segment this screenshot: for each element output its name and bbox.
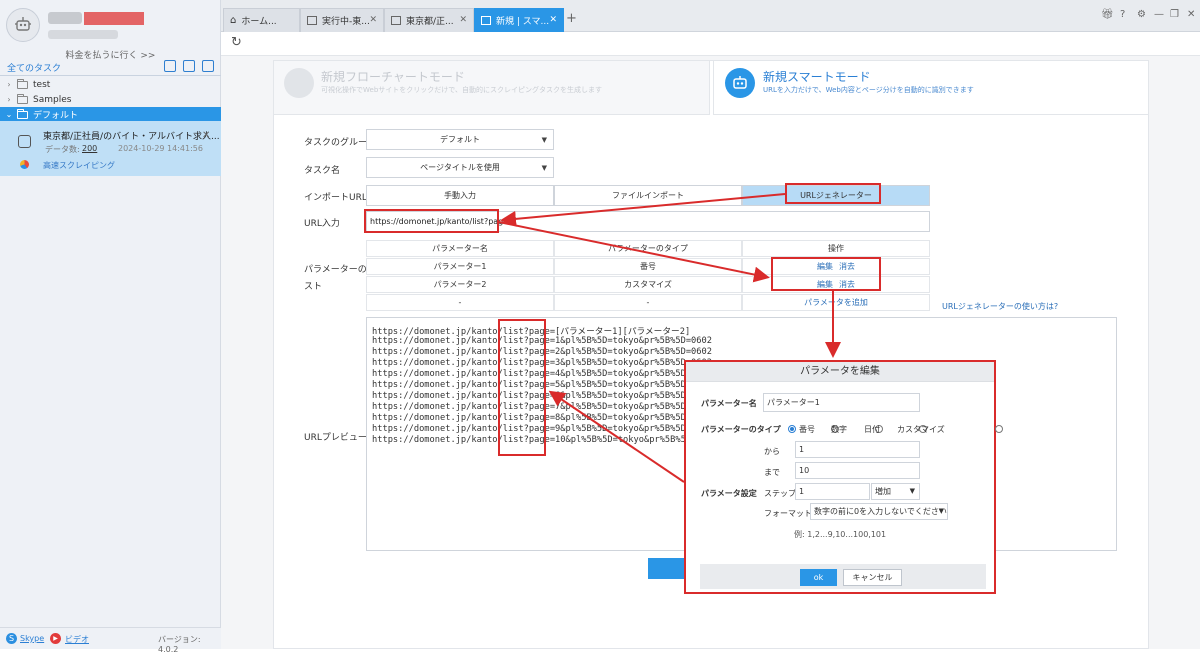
ok-button[interactable]: ok: [800, 569, 837, 586]
type-digit-label: 数字: [831, 425, 847, 434]
from-input[interactable]: 1: [795, 441, 920, 458]
step-label: ステップ: [764, 489, 796, 498]
type-number-radio[interactable]: [788, 425, 796, 433]
cancel-button[interactable]: キャンセル: [843, 569, 902, 586]
to-input[interactable]: 10: [795, 462, 920, 479]
type-number-label: 番号: [799, 425, 815, 434]
arrow-generator-to-url: [500, 193, 786, 227]
format-select[interactable]: 数字の前に0を入力しないでください ▼: [810, 503, 948, 520]
caret-down-icon: ▼: [938, 507, 944, 515]
type-date-label: 日付: [864, 425, 880, 434]
format-example: 例: 1,2...9,10...100,101: [794, 530, 887, 539]
dialog-footer: ok キャンセル: [700, 564, 986, 589]
step-direction-value: 増加: [875, 487, 891, 496]
dialog-title: パラメータを編集: [686, 362, 994, 382]
type-other-radio[interactable]: [994, 425, 1003, 433]
to-label: まで: [764, 468, 780, 477]
arrow-url-to-ops: [498, 221, 770, 283]
arrow-dialog-to-preview: [548, 390, 685, 483]
format-label: フォーマット: [764, 509, 812, 518]
format-value: 数字の前に0を入力しないでください: [814, 507, 947, 516]
edit-parameter-dialog: パラメータを編集 パラメーター名 パラメーター1 パラメーターのタイプ 番号 数…: [684, 360, 1003, 594]
dialog-type-label: パラメーターのタイプ: [701, 425, 781, 434]
step-direction-select[interactable]: 増加 ▼: [871, 483, 920, 500]
param-name-input[interactable]: パラメーター1: [763, 393, 920, 412]
type-custom-label: カスタマイズ: [897, 425, 945, 434]
step-input[interactable]: 1: [795, 483, 870, 500]
caret-down-icon: ▼: [909, 487, 915, 495]
from-label: から: [764, 447, 780, 456]
annotation-arrows: [498, 193, 841, 483]
dialog-name-label: パラメーター名: [701, 399, 757, 408]
settings-label: パラメータ設定: [701, 489, 757, 498]
